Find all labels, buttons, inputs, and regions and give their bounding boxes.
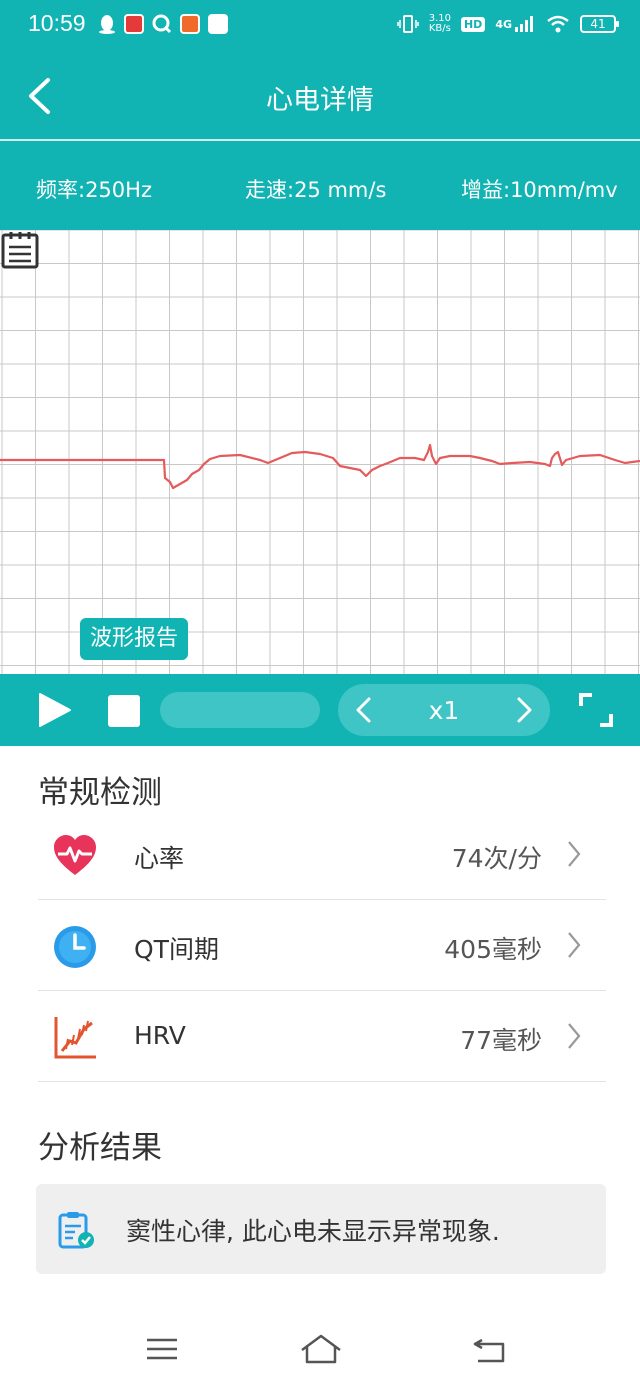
- notification-icons: [98, 14, 228, 34]
- home-icon[interactable]: [298, 1332, 344, 1366]
- system-navigation-bar: [0, 1310, 640, 1387]
- system-indicators: 3.10 KB/s HD 4G 41: [396, 14, 619, 34]
- chevron-right-icon: [568, 841, 581, 867]
- chevron-right-icon: [568, 1023, 581, 1049]
- clock-icon: [54, 926, 96, 968]
- report-list-icon[interactable]: [0, 230, 40, 270]
- qt-interval-label: QT间期: [134, 935, 219, 964]
- video-app-icon: [208, 14, 228, 34]
- hrv-chart-icon: [54, 1017, 96, 1059]
- vibrate-icon: [396, 15, 419, 33]
- network-type: 4G: [495, 17, 512, 31]
- playback-progress[interactable]: [160, 692, 320, 728]
- playback-controls: x1: [0, 674, 640, 746]
- clipboard-check-icon: [58, 1212, 94, 1249]
- frequency-label: 频率:250Hz: [36, 178, 152, 202]
- chevron-right-icon: [568, 932, 581, 958]
- analysis-result-card: 窦性心律, 此心电未显示异常现象.: [36, 1184, 606, 1274]
- page-title: 心电详情: [266, 85, 374, 116]
- stop-button[interactable]: [108, 695, 140, 727]
- status-bar: 10:59 3.10 KB/s HD 4G 41: [0, 0, 640, 52]
- search-app-icon: [152, 14, 172, 34]
- qt-interval-row[interactable]: QT间期 405毫秒: [38, 901, 606, 991]
- net-speed-unit: KB/s: [428, 23, 451, 34]
- ecg-grid: [0, 230, 640, 674]
- speed-selector: x1: [338, 684, 550, 736]
- back-nav-icon[interactable]: [470, 1332, 510, 1366]
- fullscreen-icon[interactable]: [578, 692, 614, 728]
- shopping-app-icon: [180, 14, 200, 34]
- wifi-icon: [547, 15, 569, 33]
- signal-icon: [515, 16, 533, 32]
- heart-rate-label: 心率: [134, 844, 185, 873]
- menu-icon[interactable]: [142, 1332, 182, 1366]
- hrv-value: 77毫秒: [460, 1026, 542, 1055]
- speed-increase-icon[interactable]: [512, 696, 536, 724]
- paper-speed-label: 走速:25 mm/s: [245, 178, 387, 202]
- qt-interval-value: 405毫秒: [444, 935, 542, 964]
- news-app-icon: [124, 14, 144, 34]
- gain-label: 增益:10mm/mv: [461, 178, 618, 202]
- heart-rate-row[interactable]: 心率 74次/分: [38, 810, 606, 900]
- ecg-parameters: 频率:250Hz 走速:25 mm/s 增益:10mm/mv: [0, 141, 640, 230]
- waveform-report-button[interactable]: 波形报告: [80, 618, 189, 660]
- heart-rate-value: 74次/分: [451, 844, 542, 873]
- ecg-trace: [0, 443, 640, 490]
- hrv-label: HRV: [134, 1021, 186, 1050]
- heart-rate-icon: [54, 835, 96, 875]
- qq-icon: [99, 15, 115, 34]
- analysis-title: 分析结果: [38, 1130, 162, 1166]
- ecg-waveform: [0, 230, 640, 674]
- play-icon[interactable]: [36, 692, 72, 728]
- ecg-waveform-area[interactable]: 波形报告: [0, 230, 640, 674]
- analysis-result-text: 窦性心律, 此心电未显示异常现象.: [126, 1217, 500, 1246]
- hrv-row[interactable]: HRV 77毫秒: [38, 992, 606, 1082]
- app-header: 心电详情: [0, 52, 640, 140]
- hd-badge: HD: [460, 16, 486, 32]
- battery-indicator: 41: [580, 15, 619, 33]
- routine-detection-title: 常规检测: [38, 775, 162, 811]
- net-speed: 3.10 KB/s: [429, 14, 451, 34]
- status-time: 10:59: [28, 10, 86, 36]
